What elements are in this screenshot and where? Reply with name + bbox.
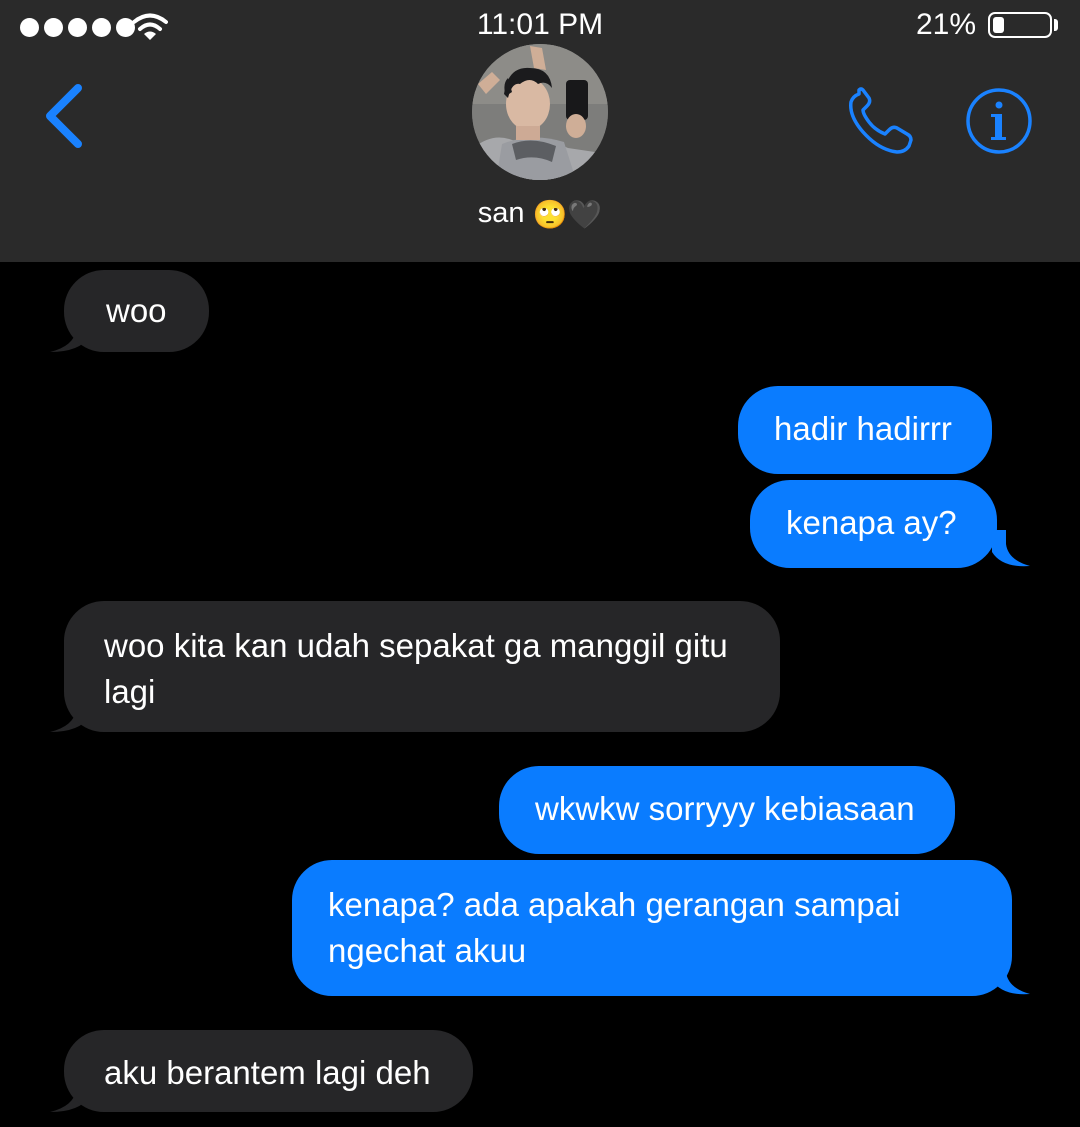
info-icon[interactable] — [965, 87, 1033, 155]
message-bubble-outgoing[interactable]: wkwkw sorryyy kebiasaan — [499, 766, 955, 854]
message-text: hadir hadirrr — [774, 410, 952, 447]
avatar-photo — [472, 44, 608, 180]
message-bubble-incoming[interactable]: woo kita kan udah sepakat ga manggil git… — [64, 601, 780, 732]
contact-name-text: san — [477, 197, 525, 229]
message-bubble-incoming[interactable]: woo — [64, 270, 209, 352]
message-text: wkwkw sorryyy kebiasaan — [535, 790, 915, 827]
message-text: kenapa? ada apakah gerangan sampai ngech… — [328, 886, 901, 969]
messages-screen: 11:01 PM 21% san 🙄🖤 woo hadir hadirrr ke… — [0, 0, 1080, 1127]
message-bubble-incoming[interactable]: aku berantem lagi deh — [64, 1030, 473, 1112]
message-text: woo — [106, 292, 167, 329]
contact-name-emoji: 🙄🖤 — [532, 198, 603, 231]
message-text: woo kita kan udah sepakat ga manggil git… — [104, 627, 728, 710]
message-bubble-outgoing[interactable]: kenapa ay? — [750, 480, 997, 568]
battery-level-fill — [993, 17, 1004, 33]
status-bar: 11:01 PM 21% — [0, 0, 1080, 50]
back-chevron-icon[interactable] — [40, 82, 90, 152]
battery-icon — [988, 12, 1052, 38]
outgoing-bubble-tail — [992, 530, 1030, 567]
battery-tip — [1054, 19, 1058, 31]
contact-avatar[interactable] — [472, 44, 608, 180]
battery-percentage: 21% — [915, 8, 976, 41]
conversation-header: 11:01 PM 21% san 🙄🖤 — [0, 0, 1080, 262]
message-bubble-outgoing[interactable]: kenapa? ada apakah gerangan sampai ngech… — [292, 860, 1012, 996]
phone-call-icon[interactable] — [845, 86, 917, 158]
message-text: kenapa ay? — [786, 504, 957, 541]
message-text: aku berantem lagi deh — [104, 1054, 431, 1091]
contact-name[interactable]: san 🙄🖤 — [0, 197, 1080, 231]
message-bubble-outgoing[interactable]: hadir hadirrr — [738, 386, 992, 474]
